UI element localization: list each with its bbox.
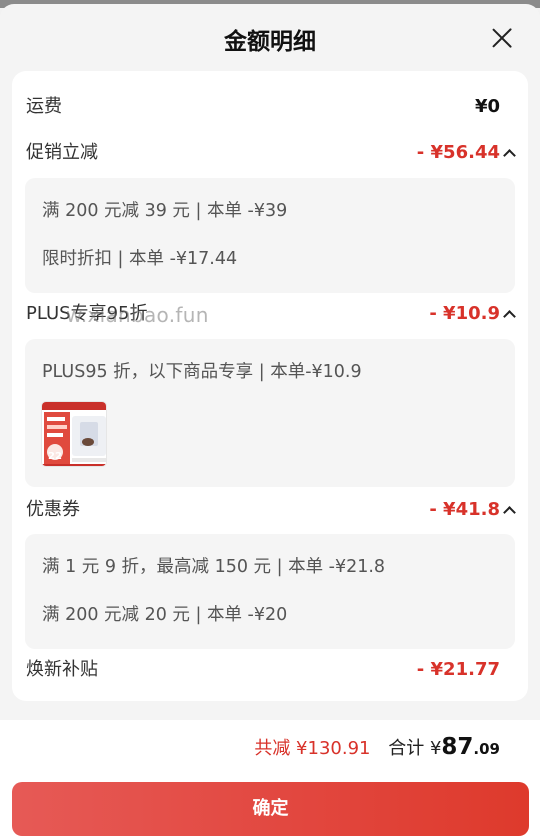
price-summary: 共减 ¥130.91 合计 ¥87.09: [254, 734, 500, 760]
chevron-up-icon[interactable]: [504, 506, 514, 516]
confirm-button[interactable]: 确定: [12, 782, 529, 836]
amount-detail-sheet: 金额明细 运费 ¥0 促销立减 - ¥56.44 满 200 元减 39 元 |…: [0, 4, 540, 839]
promo-detail-panel: 满 200 元减 39 元 | 本单 -¥39 限时折扣 | 本单 -¥17.4…: [25, 178, 515, 293]
coupon-amount: - ¥41.8: [429, 499, 500, 520]
subsidy-label: 焕新补贴: [26, 659, 98, 680]
coupon-detail-2: 满 200 元减 20 元 | 本单 -¥20: [42, 605, 288, 625]
promo-detail-2: 限时折扣 | 本单 -¥17.44: [42, 249, 238, 269]
promo-amount: - ¥56.44: [416, 142, 500, 163]
product-thumbnail[interactable]: 22: [41, 401, 107, 467]
total-saved: 共减 ¥130.91: [254, 738, 371, 759]
plus-detail-1: PLUS95 折，以下商品专享 | 本单-¥10.9: [42, 362, 362, 382]
close-icon[interactable]: [490, 26, 514, 50]
promo-detail-1: 满 200 元减 39 元 | 本单 -¥39: [42, 201, 288, 221]
subsidy-row: 焕新补贴 - ¥21.77: [26, 655, 514, 685]
coupon-detail-panel: 满 1 元 9 折，最高减 150 元 | 本单 -¥21.8 满 200 元减…: [25, 534, 515, 649]
chevron-up-icon[interactable]: [504, 149, 514, 159]
promo-row[interactable]: 促销立减 - ¥56.44: [26, 138, 514, 168]
sheet-header: 金额明细: [0, 4, 540, 72]
shipping-amount: ¥0: [474, 96, 500, 117]
total-amount-integer: 87: [441, 734, 474, 760]
coupon-row[interactable]: 优惠券 - ¥41.8: [26, 495, 514, 525]
sheet-title: 金额明细: [224, 29, 316, 55]
shipping-row: 运费 ¥0: [26, 92, 514, 122]
watermark: w.xianbao.fun: [66, 303, 209, 327]
plus-amount: - ¥10.9: [429, 303, 500, 324]
total-amount-decimal: .09: [473, 740, 500, 758]
promo-label: 促销立减: [26, 142, 98, 163]
coupon-detail-1: 满 1 元 9 折，最高减 150 元 | 本单 -¥21.8: [42, 557, 386, 577]
chevron-up-icon[interactable]: [504, 310, 514, 320]
footer-bar: 共减 ¥130.91 合计 ¥87.09 确定: [0, 720, 540, 839]
total-currency: ¥: [429, 738, 442, 759]
total-label: 合计: [388, 738, 425, 759]
product-thumb-text: 22: [48, 451, 62, 462]
plus-detail-panel: PLUS95 折，以下商品专享 | 本单-¥10.9 22: [25, 339, 515, 487]
subsidy-amount: - ¥21.77: [416, 659, 500, 680]
amount-detail-card: 运费 ¥0 促销立减 - ¥56.44 满 200 元减 39 元 | 本单 -…: [12, 71, 528, 701]
coupon-label: 优惠券: [26, 499, 80, 520]
shipping-label: 运费: [26, 96, 62, 117]
